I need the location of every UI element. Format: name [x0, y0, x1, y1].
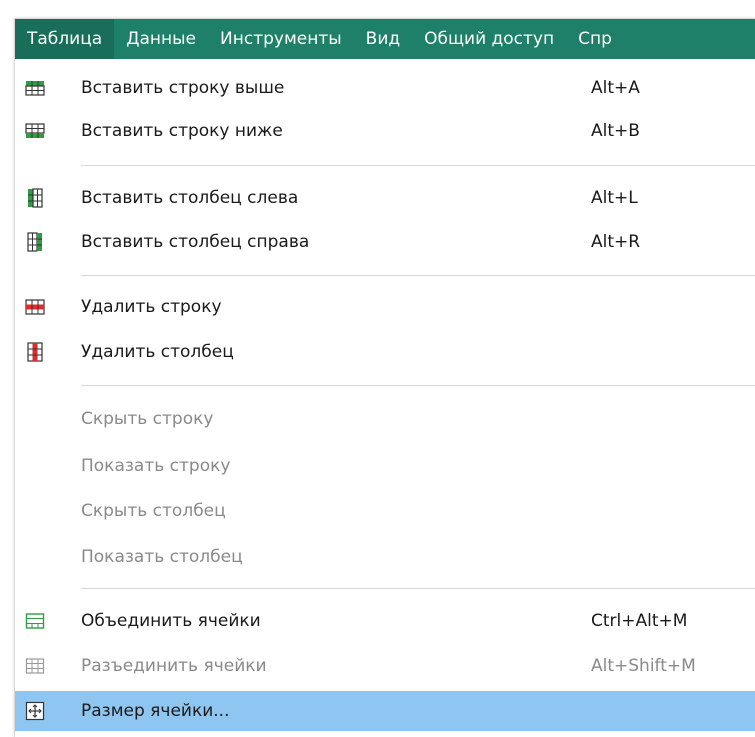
insert-row-below-icon	[25, 123, 45, 138]
menu-item-shortcut: Ctrl+Alt+M	[591, 611, 688, 631]
menu-item-show-row[interactable]: Показать строку	[15, 446, 755, 486]
menubar-item-tools[interactable]: Инструменты	[208, 19, 354, 59]
menu-separator	[81, 588, 755, 589]
menu-item-shortcut: Alt+B	[591, 121, 640, 141]
insert-column-right-icon	[27, 232, 42, 252]
menu-item-hide-column[interactable]: Скрыть столбец	[15, 491, 755, 531]
menu-separator	[81, 275, 755, 276]
menu-item-shortcut: Alt+A	[591, 78, 640, 98]
menubar-item-table[interactable]: Таблица	[15, 19, 115, 59]
menubar-item-data[interactable]: Данные	[114, 19, 208, 59]
menu-item-insert-column-left[interactable]: Вставить столбец слева Alt+L	[15, 178, 755, 218]
menu-item-label: Вставить столбец слева	[81, 188, 299, 208]
menu-item-insert-column-right[interactable]: Вставить столбец справа Alt+R	[15, 222, 755, 262]
menu-item-show-column[interactable]: Показать столбец	[15, 537, 755, 577]
menu-item-delete-row[interactable]: Удалить строку	[15, 287, 755, 327]
unmerge-cells-icon	[25, 658, 45, 674]
menubar: Таблица Данные Инструменты Вид Общий дос…	[15, 19, 755, 59]
menubar-item-sharing[interactable]: Общий доступ	[412, 19, 566, 59]
insert-row-above-icon	[25, 81, 45, 96]
menu-separator	[81, 385, 755, 386]
menu-item-shortcut: Alt+R	[591, 232, 641, 252]
menu-item-hide-row[interactable]: Скрыть строку	[15, 399, 755, 439]
menu-item-merge-cells[interactable]: Объединить ячейки Ctrl+Alt+M	[15, 601, 755, 641]
menu-item-cell-size[interactable]: Размер ячейки...	[15, 691, 755, 731]
menu-item-label: Показать столбец	[81, 547, 243, 567]
insert-column-left-icon	[28, 188, 43, 208]
cell-size-icon	[25, 701, 45, 721]
menu-item-label: Размер ячейки...	[81, 701, 230, 721]
menu-item-label: Удалить столбец	[81, 342, 234, 362]
menu-item-label: Удалить строку	[81, 297, 222, 317]
menu-item-insert-row-above[interactable]: Вставить строку выше Alt+A	[15, 68, 755, 108]
menu-item-label: Вставить столбец справа	[81, 232, 310, 252]
merge-cells-icon	[25, 613, 45, 629]
delete-column-icon	[27, 342, 43, 362]
menu-item-label: Показать строку	[81, 456, 231, 476]
menu-item-label: Вставить строку ниже	[81, 121, 283, 141]
table-menu-window: Таблица Данные Инструменты Вид Общий дос…	[14, 18, 755, 737]
menu-item-label: Вставить строку выше	[81, 78, 285, 98]
menu-separator	[81, 165, 755, 166]
menu-item-delete-column[interactable]: Удалить столбец	[15, 332, 755, 372]
menu-item-label: Скрыть столбец	[81, 501, 226, 521]
menubar-item-view[interactable]: Вид	[354, 19, 412, 59]
menu-item-label: Скрыть строку	[81, 409, 214, 429]
menu-item-shortcut: Alt+L	[591, 188, 638, 208]
menubar-item-help[interactable]: Спр	[566, 19, 624, 59]
menu-item-shortcut: Alt+Shift+M	[591, 656, 696, 676]
delete-row-icon	[25, 299, 45, 315]
menu-item-label: Разъединить ячейки	[81, 656, 267, 676]
menu-item-insert-row-below[interactable]: Вставить строку ниже Alt+B	[15, 111, 755, 151]
menu-item-unmerge-cells[interactable]: Разъединить ячейки Alt+Shift+M	[15, 646, 755, 686]
menu-item-label: Объединить ячейки	[81, 611, 261, 631]
